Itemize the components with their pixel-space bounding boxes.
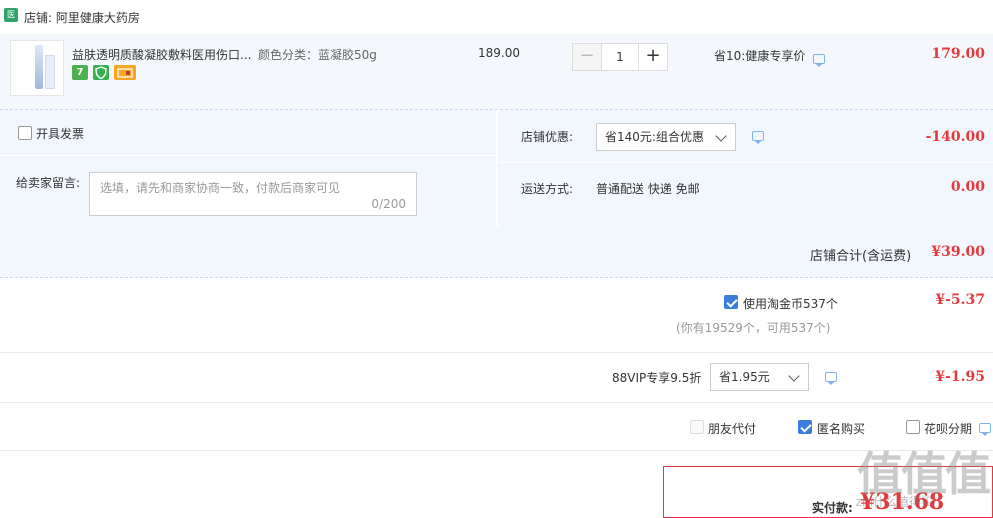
shipping-method: 普通配送 快递 免邮: [596, 182, 700, 196]
friend-pay-checkbox[interactable]: [690, 420, 704, 434]
item-total-price: 179.00: [931, 46, 985, 62]
shipping-label: 运送方式:: [521, 182, 574, 196]
product-box-image: [45, 55, 55, 89]
huabei-checkbox[interactable]: [906, 420, 920, 434]
payment-label: 实付款:: [812, 501, 853, 515]
chevron-down-icon: [715, 130, 727, 142]
shield-icon: [93, 65, 109, 80]
chevron-down-icon: [788, 370, 800, 382]
product-title[interactable]: 益肤透明质酸凝胶敷料医用伤口...: [72, 46, 252, 63]
shop-subtotal-row: 店铺合计(含运费) ¥39.00: [0, 226, 993, 278]
huabei-info-chat-icon[interactable]: [979, 423, 991, 436]
vip-label: 88VIP专享9.5折: [612, 371, 702, 385]
anonymous-label[interactable]: 匿名购买: [817, 420, 865, 437]
shop-header: 医 店铺: 阿里健康大药房: [0, 0, 993, 34]
vip-amount: ¥-1.95: [935, 369, 985, 385]
seller-note-textarea[interactable]: 选填，请先和商家协商一致，付款后商家可见 0/200: [89, 172, 417, 216]
product-thumbnail[interactable]: [10, 40, 64, 96]
vip-selected: 省1.95元: [719, 370, 770, 384]
seven-day-return-badge: 7: [72, 65, 88, 80]
coins-hint: (你有19529个，可用537个): [676, 321, 831, 335]
pharmacy-icon: 医: [4, 8, 18, 22]
note-label: 给卖家留言:: [16, 176, 81, 190]
invoice-checkbox[interactable]: [18, 126, 32, 140]
vip-info-chat-icon[interactable]: [825, 372, 837, 385]
product-sku: 颜色分类：蓝凝胶50g: [258, 48, 377, 62]
shipping-amount: 0.00: [950, 179, 985, 195]
shop-discount-select[interactable]: 省140元:组合优惠: [596, 123, 736, 151]
huabei-label[interactable]: 花呗分期: [924, 420, 972, 437]
anonymous-checkbox[interactable]: [798, 420, 812, 434]
subtotal-label: 店铺合计(含运费): [810, 249, 912, 264]
friend-pay-label[interactable]: 朋友代付: [708, 420, 756, 437]
shop-discount-label: 店铺优惠:: [521, 130, 574, 144]
divider: [0, 155, 496, 156]
quantity-decrease-button[interactable]: −: [572, 43, 602, 71]
order-item-row: 益肤透明质酸凝胶敷料医用伤口... 颜色分类：蓝凝胶50g 7 189.00 −…: [0, 34, 993, 110]
use-coins-label[interactable]: 使用淘金币537个: [743, 295, 838, 312]
use-coins-checkbox[interactable]: [724, 295, 738, 309]
subtotal-amount: ¥39.00: [931, 244, 985, 260]
taojinbi-row: 使用淘金币537个 (你有19529个，可用537个) ¥-5.37: [0, 279, 993, 353]
promo-info-chat-icon[interactable]: [813, 54, 825, 67]
vip-discount-row: 88VIP专享9.5折 省1.95元 ¥-1.95: [0, 353, 993, 403]
invoice-label[interactable]: 开具发票: [36, 125, 84, 142]
note-placeholder: 选填，请先和商家协商一致，付款后商家可见: [100, 181, 341, 195]
quantity-input[interactable]: 1: [602, 43, 638, 71]
item-promotion-label: 省10:健康专享价: [714, 49, 806, 63]
quantity-increase-button[interactable]: +: [638, 43, 668, 71]
shop-discount-amount: -140.00: [925, 129, 985, 145]
coins-amount: ¥-5.37: [935, 292, 985, 308]
shop-discount-selected: 省140元:组合优惠: [605, 130, 704, 144]
payment-options-row: 朋友代付 匿名购买 花呗分期: [0, 403, 993, 451]
card-icon: [114, 65, 136, 80]
divider: [498, 162, 993, 163]
product-tube-image: [35, 45, 43, 89]
note-char-count: 0/200: [371, 197, 406, 211]
discount-info-chat-icon[interactable]: [752, 131, 764, 144]
unit-price: 189.00: [478, 46, 520, 60]
vip-discount-select[interactable]: 省1.95元: [710, 363, 809, 391]
site-watermark-sub: zhi什么值得买: [855, 495, 933, 509]
shop-name[interactable]: 店铺: 阿里健康大药房: [24, 9, 140, 26]
